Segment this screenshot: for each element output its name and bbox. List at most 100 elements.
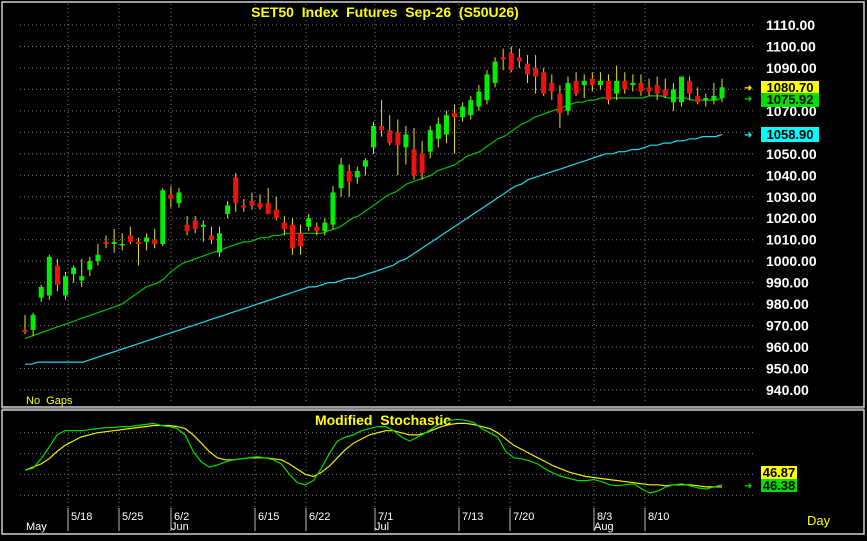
candle-body — [103, 241, 109, 244]
price-tick-label: 970.00 — [766, 318, 809, 334]
candle-body — [443, 115, 449, 135]
stoch-k-value: 46.38 — [763, 478, 796, 493]
candle-body — [273, 209, 279, 219]
stochastic-title: Modified Stochastic — [315, 412, 451, 428]
candle-body — [411, 149, 417, 176]
candle-body — [314, 226, 320, 232]
price-tick-label: 1020.00 — [766, 210, 817, 226]
background — [0, 0, 867, 536]
price-tick-label: 1030.00 — [766, 189, 817, 205]
x-day-label: 8/10 — [648, 511, 669, 523]
candle-body — [387, 130, 393, 144]
candle-body — [87, 261, 93, 270]
x-day-label: 5/25 — [122, 511, 143, 523]
candle-body — [549, 82, 555, 92]
candle-body — [476, 91, 482, 107]
ma-long-value: 1058.90 — [767, 127, 814, 142]
candle — [492, 57, 498, 88]
x-month-label: May — [26, 521, 47, 533]
candle-body — [322, 222, 328, 232]
candle-body — [200, 224, 206, 227]
candle-body — [168, 194, 174, 199]
candle-body — [516, 57, 522, 62]
ma-short-arrow: ➜ — [744, 94, 752, 105]
candle-body — [298, 233, 304, 247]
candle-body — [30, 314, 36, 330]
candle-body — [46, 256, 52, 296]
price-tick-label: 1090.00 — [766, 60, 817, 76]
candle-body — [79, 276, 85, 281]
last-price-arrow: ➜ — [744, 83, 752, 94]
candle-body — [419, 153, 425, 174]
candle-body — [241, 205, 247, 208]
candle — [160, 188, 166, 247]
candle-body — [719, 87, 725, 98]
candle-body — [573, 80, 579, 94]
x-day-label: 5/18 — [71, 511, 92, 523]
stoch-k-tag: ➜ 46.38 — [744, 478, 797, 493]
candle-body — [646, 87, 652, 92]
candle-body — [630, 82, 636, 86]
candle-body — [484, 74, 490, 101]
candle-body — [346, 171, 352, 182]
candle-body — [581, 80, 587, 86]
x-month-label: Aug — [594, 521, 614, 533]
candle-body — [249, 201, 255, 206]
candle-body — [524, 63, 531, 75]
chart-window: 5/18 5/25 6/2 6/15 6/22 7/1 7/13 7/20 8/3 8/10 May… — [0, 0, 867, 536]
candle-body — [622, 80, 628, 90]
x-day-label: 6/22 — [309, 511, 330, 523]
x-day-label: 6/15 — [258, 511, 279, 523]
candle-body — [606, 80, 612, 101]
candle-body — [152, 239, 158, 244]
candle-body — [508, 52, 514, 71]
ma-long-arrow: ➜ — [744, 130, 752, 141]
candle-body — [160, 190, 166, 244]
no-gaps-note: No Gaps — [26, 395, 73, 407]
x-day-label: 7/13 — [462, 511, 483, 523]
price-tick-label: 990.00 — [766, 275, 809, 291]
candle-body — [492, 61, 498, 83]
candle-body — [38, 286, 44, 298]
candle-body — [687, 80, 693, 94]
price-tick-label: 1050.00 — [766, 146, 817, 162]
candle-body — [176, 192, 182, 204]
candle-body — [678, 76, 684, 103]
candle-body — [379, 125, 385, 131]
chart-title: SET50 Index Futures Sep-26 (S50U26) — [251, 4, 519, 20]
candle-body — [281, 222, 287, 229]
price-tick-label: 980.00 — [766, 296, 809, 312]
candle-body — [71, 267, 77, 275]
candle-body — [597, 80, 603, 86]
price-tick-label: 1100.00 — [766, 38, 816, 54]
stoch-k-arrow: ➜ — [744, 481, 752, 492]
candle-body — [565, 82, 571, 111]
candle-body — [614, 80, 620, 94]
candle-body — [338, 164, 344, 189]
candle-body — [127, 235, 133, 242]
candle — [330, 186, 336, 229]
candle-body — [541, 72, 547, 94]
candle-body — [435, 123, 441, 139]
price-tick-label: 1010.00 — [766, 232, 817, 248]
candle-body — [403, 134, 409, 148]
candle-body — [460, 106, 466, 118]
x-month-label: Jul — [375, 521, 389, 533]
candle-body — [427, 130, 433, 152]
candle-body — [354, 171, 360, 178]
candle-body — [654, 85, 660, 94]
candle-body — [54, 265, 60, 285]
candle-body — [135, 241, 141, 244]
candle-body — [370, 125, 377, 148]
candle-body — [144, 237, 150, 242]
chart-svg: 5/18 5/25 6/2 6/15 6/22 7/1 7/13 7/20 8/3 8/10May… — [0, 0, 867, 536]
candle-body — [670, 89, 676, 103]
candle-body — [695, 95, 701, 103]
candle-body — [638, 82, 644, 92]
candle-body — [711, 95, 717, 101]
candle-body — [216, 233, 223, 253]
period-label[interactable]: Day — [807, 513, 831, 528]
candle-body — [557, 93, 563, 114]
candle-body — [330, 192, 336, 225]
x-month-label: Jun — [171, 521, 189, 533]
